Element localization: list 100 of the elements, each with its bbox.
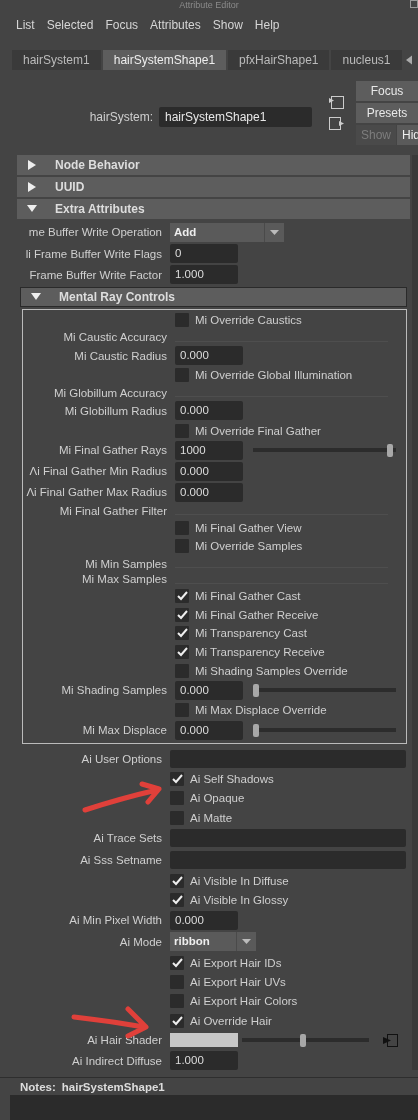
attribute-label: Mi Caustic Accuracy: [62, 331, 168, 344]
checkbox-label: Mi Final Gather Cast: [195, 590, 301, 603]
checkbox-label: Ai Visible In Diffuse: [190, 875, 289, 888]
panel-button[interactable]: Presets: [356, 103, 418, 123]
node-label: hairSystem:: [89, 110, 153, 124]
number-field[interactable]: 0.000: [175, 680, 243, 700]
number-field[interactable]: 0.000: [170, 911, 238, 930]
number-field[interactable]: 0: [170, 244, 238, 263]
slider-thumb[interactable]: [387, 443, 394, 457]
checkbox-label: Mi Override Final Gather: [195, 424, 321, 437]
number-field[interactable]: 0.000: [175, 346, 243, 366]
attribute-label: Mi Min Samples: [84, 557, 168, 570]
checkbox-label: Mi Final Gather Receive: [195, 608, 319, 621]
checkbox-label: Ai Override Hair: [190, 1014, 272, 1027]
checkbox[interactable]: [170, 772, 184, 787]
input-connection-icon[interactable]: [329, 96, 344, 109]
checkbox[interactable]: [170, 1013, 184, 1028]
checkbox-label: Ai Opaque: [190, 792, 245, 805]
section-header[interactable]: UUID: [17, 177, 410, 197]
attribute-label: Mi Globillum Radius: [63, 404, 168, 417]
checkbox[interactable]: [175, 645, 189, 659]
checkbox[interactable]: [170, 791, 184, 806]
attribute-label: Ai Min Pixel Width: [68, 914, 163, 927]
collapsed-triangle-icon[interactable]: [27, 182, 37, 192]
expanded-triangle-icon[interactable]: [27, 204, 37, 214]
tab[interactable]: nucleus1: [331, 50, 402, 70]
checkbox[interactable]: [175, 520, 189, 535]
checkbox[interactable]: [175, 368, 189, 383]
section-header[interactable]: Extra Attributes: [17, 199, 410, 219]
color-swatch[interactable]: [170, 1033, 238, 1048]
text-field[interactable]: [170, 829, 406, 848]
menu-item[interactable]: Show: [206, 17, 249, 32]
checkbox[interactable]: [170, 893, 184, 908]
checkbox-label: Ai Export Hair Colors: [190, 995, 298, 1008]
slider-thumb[interactable]: [253, 683, 259, 697]
output-connection-icon[interactable]: [329, 117, 344, 130]
attribute-label: Λi Final Gather Min Radius: [28, 465, 168, 478]
attribute-label: li Frame Buffer Write Flags: [24, 247, 163, 260]
slider-thumb[interactable]: [300, 1033, 307, 1047]
attribute-label: me Buffer Write Operation: [27, 226, 163, 238]
attribute-label: Mi Globillum Accuracy: [52, 386, 168, 399]
checkbox-label: Mi Override Samples: [195, 540, 303, 553]
menu-item[interactable]: Focus: [99, 17, 145, 32]
window-button[interactable]: [410, 0, 418, 8]
attribute-label: Mi Final Gather Rays: [58, 444, 168, 457]
section-header[interactable]: Node Behavior: [17, 155, 410, 175]
menu-item[interactable]: List: [10, 17, 41, 32]
checkbox[interactable]: [170, 974, 184, 989]
checkbox[interactable]: [175, 626, 189, 641]
checkbox[interactable]: [175, 663, 189, 678]
checkbox[interactable]: [170, 874, 184, 889]
number-field[interactable]: 0.000: [175, 461, 243, 481]
checkbox[interactable]: [170, 810, 184, 825]
checkbox[interactable]: [175, 703, 189, 718]
checkbox[interactable]: [175, 423, 189, 438]
section-header[interactable]: Mental Ray Controls: [20, 287, 407, 307]
attribute-label: Ai Hair Shader: [86, 1034, 163, 1047]
attribute-label: Mi Max Displace: [81, 724, 168, 736]
menu-item[interactable]: Selected: [40, 17, 100, 32]
tab-scroll-left-icon[interactable]: [405, 54, 412, 66]
attribute-label: Mi Caustic Radius: [73, 349, 168, 362]
attribute-label: Mi Max Samples: [81, 573, 168, 586]
panel-button[interactable]: Focus: [356, 81, 418, 101]
caret-icon: [270, 229, 279, 235]
notes-field[interactable]: [10, 1095, 418, 1120]
number-field[interactable]: 1000: [175, 440, 243, 460]
attribute-label: Mi Shading Samples: [60, 684, 168, 697]
number-field[interactable]: 0.000: [175, 482, 243, 502]
checkbox-label: Mi Transparency Receive: [195, 646, 325, 658]
dropdown[interactable]: ribbon: [170, 932, 256, 952]
menu-item[interactable]: Attributes: [144, 17, 207, 32]
checkbox-label: Ai Export Hair IDs: [190, 956, 282, 969]
checkbox-label: Mi Shading Samples Override: [195, 664, 348, 677]
number-field[interactable]: 1.000: [170, 1051, 238, 1071]
node-name-field[interactable]: hairSystemShape1: [159, 107, 312, 127]
caret-icon: [242, 939, 251, 945]
tab[interactable]: hairSystem1: [12, 50, 101, 70]
text-field[interactable]: [170, 749, 406, 768]
attribute-label: Ai User Options: [80, 752, 163, 765]
tab[interactable]: hairSystemShape1: [102, 50, 227, 70]
text-field[interactable]: [170, 851, 406, 870]
attribute-label: Ai Trace Sets: [92, 832, 163, 845]
menu-item[interactable]: Help: [248, 17, 286, 32]
number-field[interactable]: 0.000: [175, 401, 243, 421]
checkbox[interactable]: [175, 539, 189, 554]
number-field[interactable]: 0.000: [175, 720, 243, 740]
number-field[interactable]: 1.000: [170, 265, 238, 284]
attribute-label: Mi Final Gather Filter: [58, 504, 168, 517]
checkbox[interactable]: [175, 313, 189, 328]
checkbox-label: Mi Max Displace Override: [195, 704, 327, 717]
checkbox[interactable]: [175, 589, 189, 604]
expanded-triangle-icon[interactable]: [31, 292, 41, 302]
collapsed-triangle-icon[interactable]: [27, 160, 37, 170]
checkbox[interactable]: [170, 955, 184, 970]
slider-thumb[interactable]: [253, 723, 259, 737]
checkbox[interactable]: [175, 607, 189, 622]
dropdown[interactable]: Add: [170, 222, 284, 242]
attribute-label: Λi Final Gather Max Radius: [25, 486, 168, 499]
tab[interactable]: pfxHairShape1: [228, 50, 330, 70]
checkbox[interactable]: [170, 994, 184, 1009]
